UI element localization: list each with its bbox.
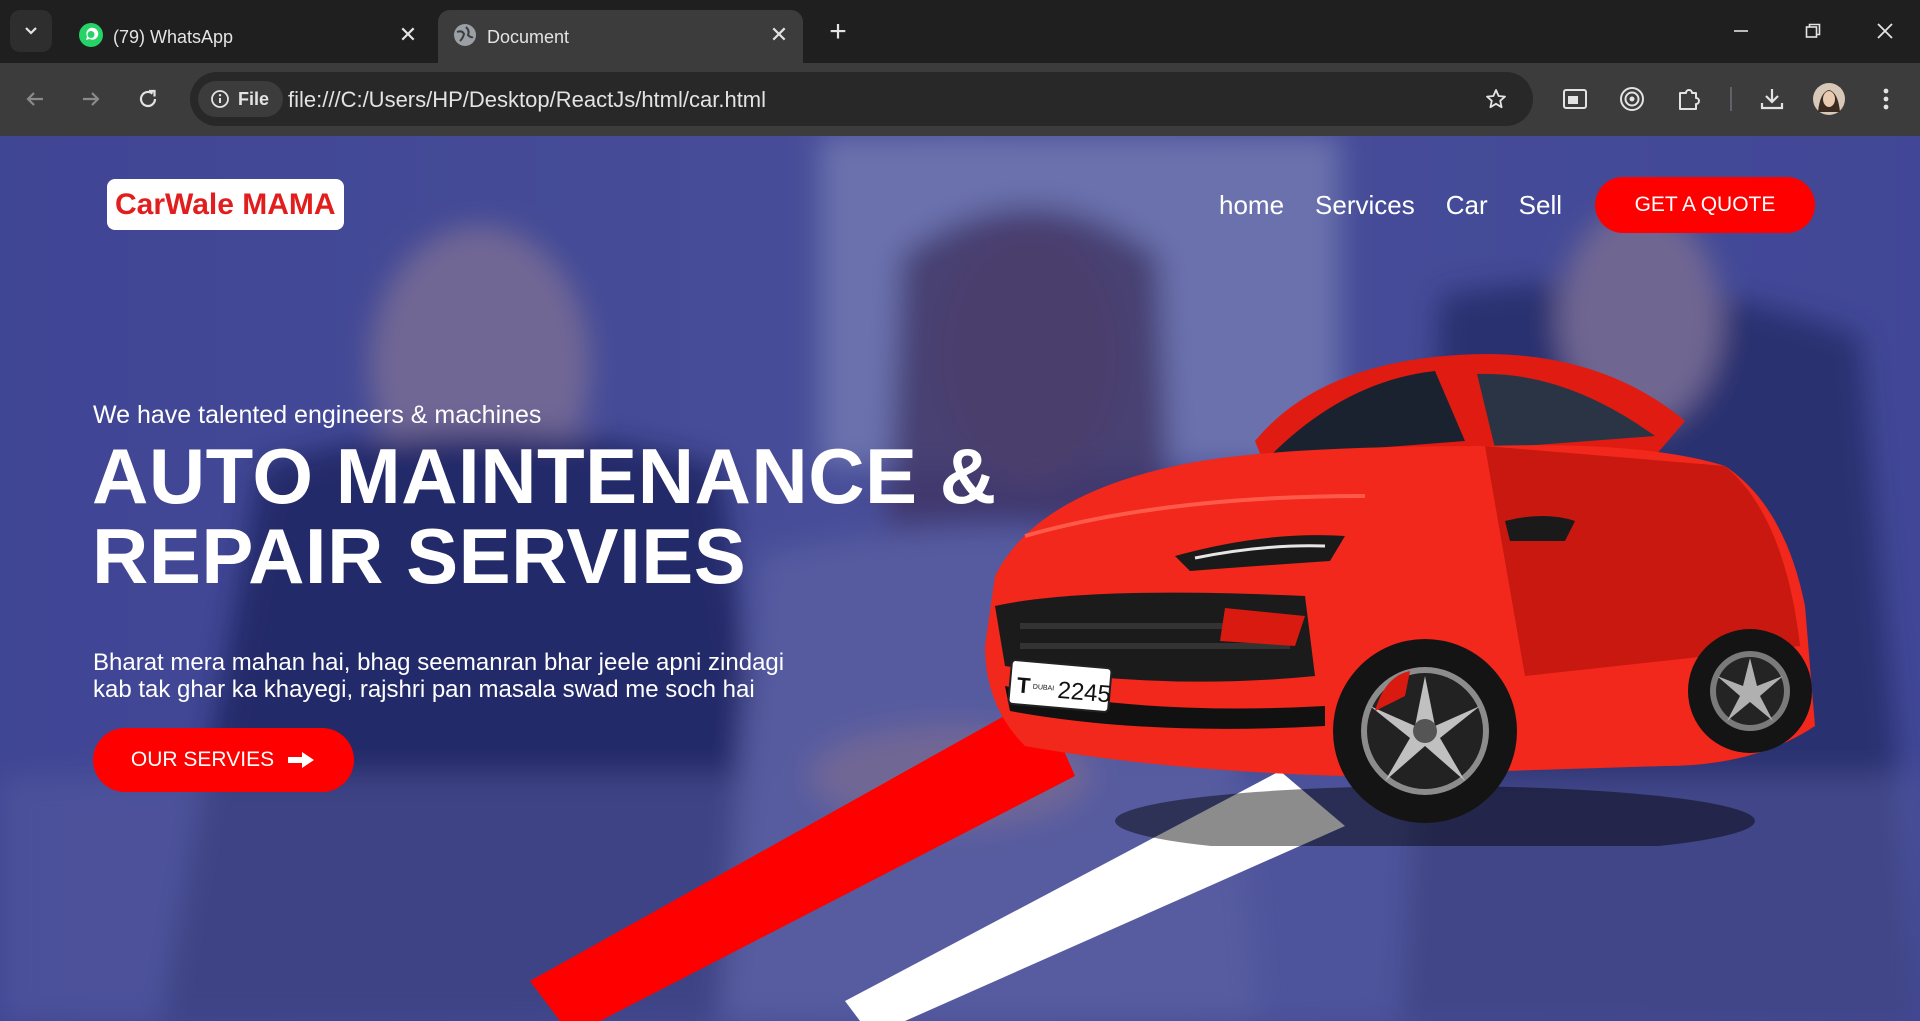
extensions-button[interactable] — [1671, 81, 1707, 117]
close-tab-icon[interactable]: ✕ — [396, 22, 420, 47]
puzzle-icon — [1679, 89, 1700, 110]
star-icon — [1486, 89, 1506, 109]
menu-button[interactable] — [1868, 81, 1904, 117]
arrow-left-icon — [26, 92, 43, 106]
picture-in-picture-icon — [1563, 89, 1587, 109]
reload-button[interactable] — [128, 79, 168, 119]
close-icon — [1877, 23, 1893, 39]
toolbar-divider — [1730, 87, 1732, 111]
restore-button[interactable] — [1788, 10, 1838, 52]
picture-in-picture-button[interactable] — [1557, 81, 1593, 117]
back-button[interactable] — [15, 79, 55, 119]
url-text[interactable]: file:///C:/Users/HP/Desktop/ReactJs/html… — [288, 87, 766, 113]
site-info-chip[interactable]: File — [198, 81, 284, 117]
browser-tab-strip: (79) WhatsApp ✕ Document ✕ + — [0, 0, 1920, 63]
site-info-label: File — [238, 88, 270, 109]
main-nav: home Services Car Sell — [1219, 190, 1562, 221]
download-icon — [1760, 89, 1784, 110]
tab-search-button[interactable] — [10, 10, 52, 52]
hero-paragraph-line-2: kab tak ghar ka khayegi, rajshri pan mas… — [93, 676, 755, 703]
hero-headline-line-1: AUTO MAINTENANCE & — [92, 432, 997, 520]
forward-button[interactable] — [71, 79, 111, 119]
info-icon — [211, 90, 229, 108]
plate-number: 2245 — [1056, 677, 1112, 709]
browser-toolbar: File file:///C:/Users/HP/Desktop/ReactJs… — [0, 63, 1920, 136]
restore-icon — [1805, 23, 1821, 38]
hero-headline: AUTO MAINTENANCE & REPAIR SERVIES — [92, 436, 997, 596]
new-tab-button[interactable]: + — [820, 14, 856, 50]
plate-letter: T — [1016, 672, 1032, 698]
target-icon — [1620, 87, 1644, 111]
hero-paragraph: Bharat mera mahan hai, bhag seemanran bh… — [93, 649, 784, 703]
bookmark-button[interactable] — [1481, 84, 1511, 114]
tab-title: (79) WhatsApp — [113, 27, 234, 47]
tab-title: Document — [487, 27, 570, 47]
media-button[interactable] — [1614, 81, 1650, 117]
arrow-right-icon — [288, 752, 315, 768]
more-vertical-icon — [1883, 88, 1889, 110]
red-suv-car-image: T DUBAI 2245 — [985, 354, 1815, 846]
our-services-button[interactable]: OUR SERVIES — [93, 728, 354, 792]
reload-icon — [139, 89, 157, 108]
nav-link-home[interactable]: home — [1219, 190, 1284, 221]
chevron-down-icon — [25, 27, 37, 35]
address-bar[interactable]: File file:///C:/Users/HP/Desktop/ReactJs… — [190, 72, 1533, 126]
close-tab-icon[interactable]: ✕ — [767, 22, 791, 47]
web-page: T DUBAI 2245 CarWale MAMA home Services … — [0, 136, 1920, 1021]
globe-icon — [454, 24, 476, 46]
minimize-icon — [1734, 30, 1748, 32]
our-services-label: OUR SERVIES — [130, 748, 275, 771]
arrow-right-icon — [83, 92, 100, 106]
avatar — [1813, 83, 1845, 115]
hero-paragraph-line-1: Bharat mera mahan hai, bhag seemanran bh… — [93, 649, 785, 676]
close-window-button[interactable] — [1860, 10, 1910, 52]
get-a-quote-button[interactable]: GET A QUOTE — [1595, 177, 1815, 233]
tab-whatsapp[interactable]: (79) WhatsApp ✕ — [64, 10, 432, 63]
downloads-button[interactable] — [1754, 81, 1790, 117]
hero-headline-line-2: REPAIR SERVIES — [92, 512, 747, 600]
nav-link-sell[interactable]: Sell — [1519, 190, 1562, 221]
whatsapp-icon — [79, 23, 103, 47]
minimize-button[interactable] — [1716, 10, 1766, 52]
profile-button[interactable] — [1811, 81, 1847, 117]
hero-subtitle: We have talented engineers & machines — [93, 401, 542, 429]
nav-link-services[interactable]: Services — [1315, 190, 1415, 221]
site-logo[interactable]: CarWale MAMA — [107, 179, 344, 230]
tab-document[interactable]: Document ✕ — [438, 10, 803, 63]
nav-link-car[interactable]: Car — [1446, 190, 1488, 221]
